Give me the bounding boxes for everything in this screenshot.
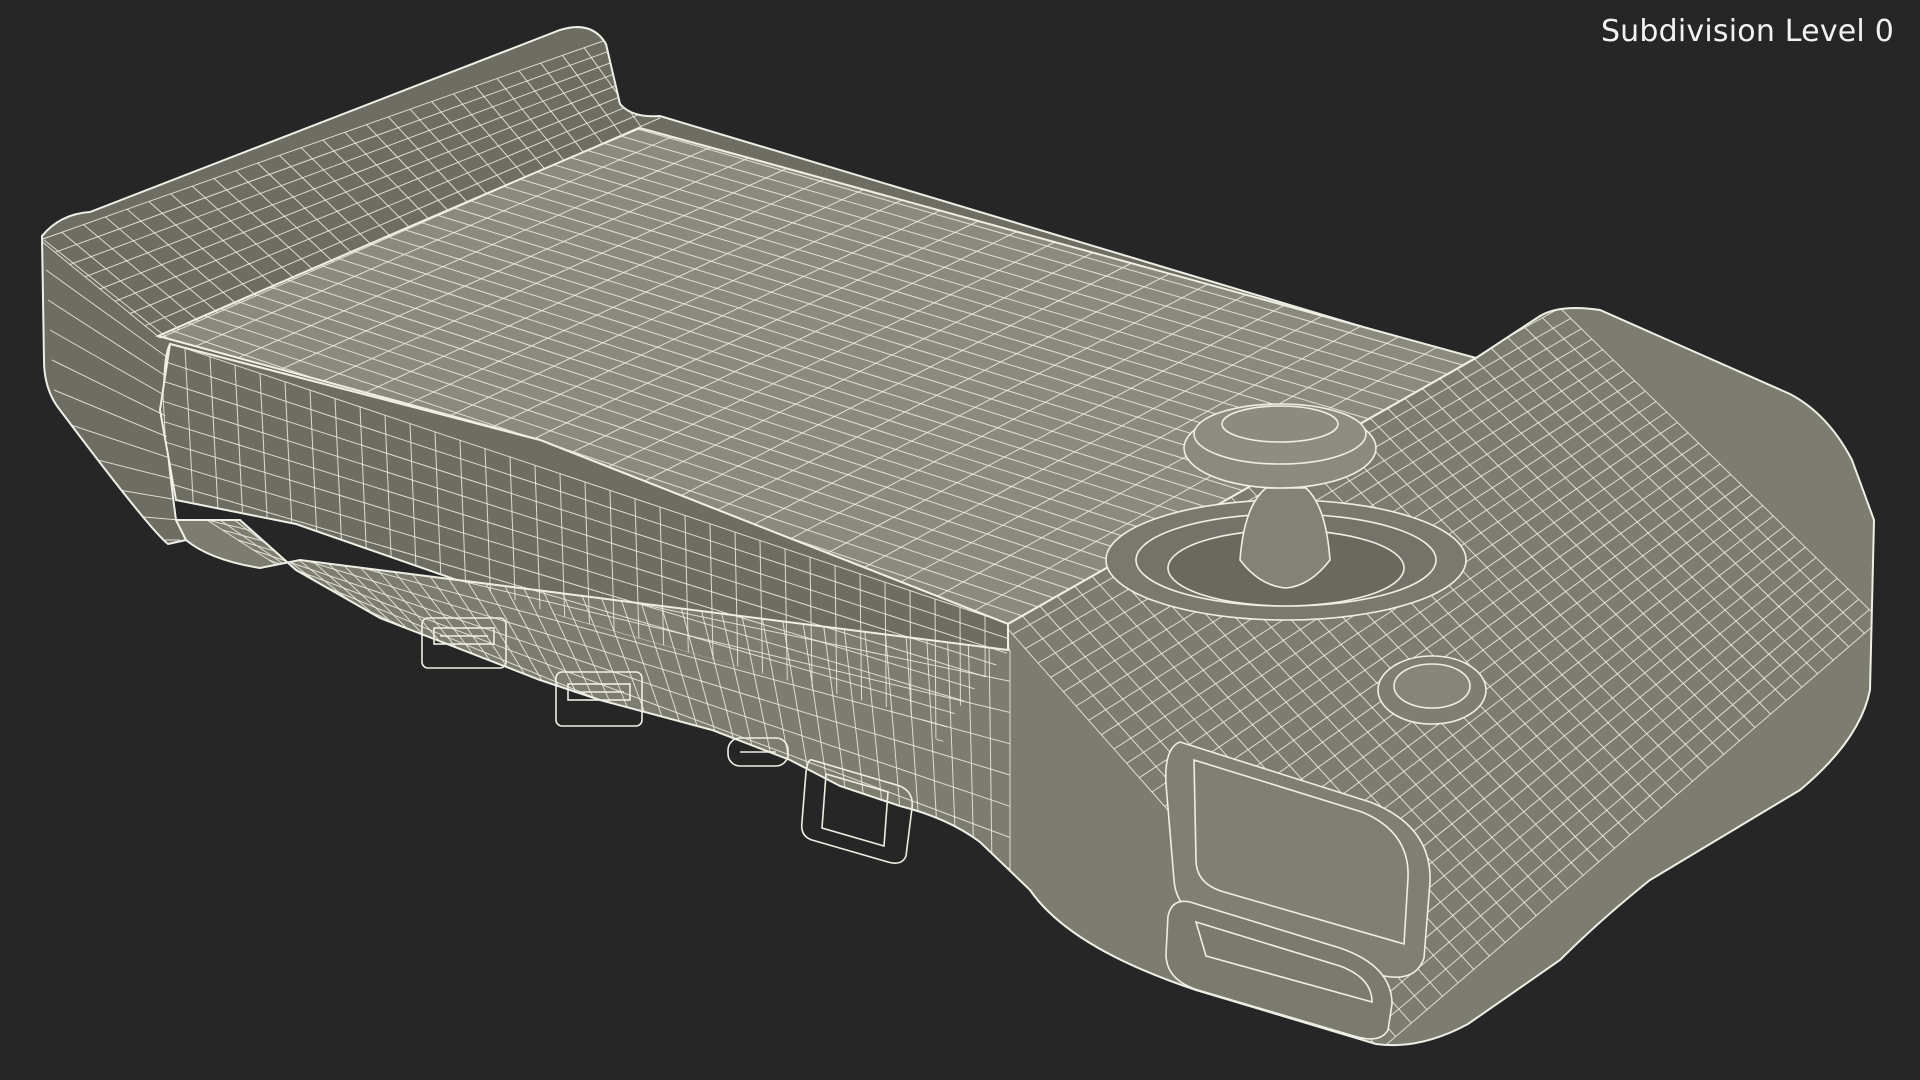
subdivision-level-label: Subdivision Level 0 (1600, 14, 1894, 49)
small-round-button (1377, 655, 1487, 725)
handheld-console-wireframe-model (40, 26, 1876, 1047)
console-body (40, 26, 1876, 1047)
render-viewport: Subdivision Level 0 (0, 0, 1920, 1080)
